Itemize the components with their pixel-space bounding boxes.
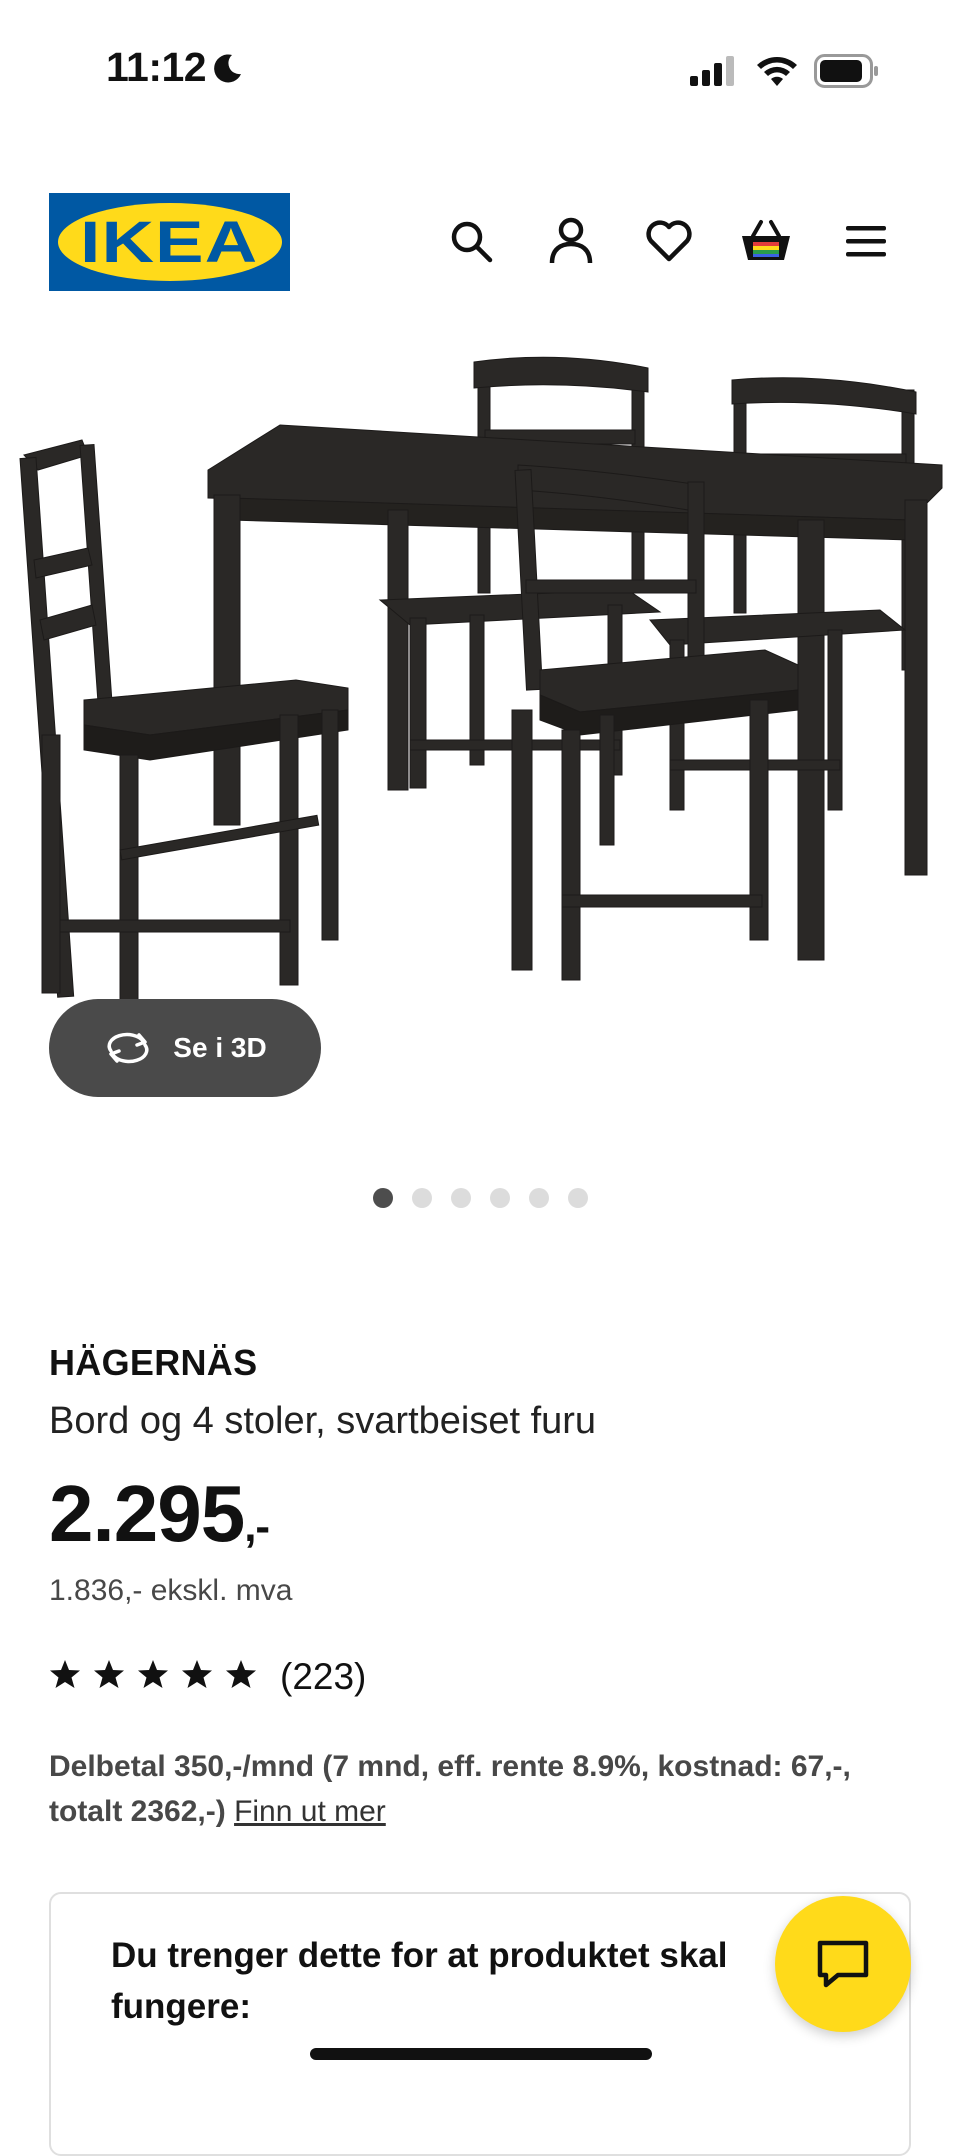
pagination-dot[interactable] (490, 1188, 510, 1208)
logo-oval: IKEA (57, 203, 282, 281)
search-icon[interactable] (443, 213, 499, 269)
product-image[interactable] (0, 340, 960, 1040)
view-3d-label: Se i 3D (173, 1032, 267, 1063)
chat-button[interactable] (775, 1896, 911, 2032)
rating-stars[interactable] (49, 1658, 257, 1690)
star-icon (138, 1660, 168, 1688)
gallery-pagination[interactable] (373, 1188, 588, 1208)
pagination-dot[interactable] (451, 1188, 471, 1208)
pagination-dot[interactable] (529, 1188, 549, 1208)
star-icon (50, 1660, 80, 1688)
status-time: 11:12 (106, 44, 207, 90)
battery-icon (814, 54, 878, 88)
financing-link[interactable]: Finn ut mer (234, 1795, 386, 1828)
financing-info: Delbetal 350,-/mnd (7 mnd, eff. rente 8.… (49, 1744, 889, 1834)
product-description: Bord og 4 stoler, svartbeiset furu (49, 1400, 597, 1442)
star-icon (94, 1660, 124, 1688)
product-name: HÄGERNÄS (49, 1342, 258, 1383)
home-indicator (310, 2048, 652, 2060)
pagination-dot-active[interactable] (373, 1188, 393, 1208)
view-3d-button[interactable]: Se i 3D (49, 999, 321, 1097)
rotate-3d-icon (107, 1032, 149, 1064)
rating-count[interactable]: (223) (280, 1656, 366, 1698)
ikea-logo[interactable]: IKEA (49, 193, 290, 291)
cellular-signal-icon (690, 56, 734, 86)
price-suffix: ,- (244, 1502, 270, 1551)
do-not-disturb-moon-icon (214, 54, 241, 83)
wifi-icon (757, 57, 797, 86)
pagination-dot[interactable] (568, 1188, 588, 1208)
chat-icon (817, 1940, 869, 1988)
star-icon (182, 1660, 212, 1688)
account-icon[interactable] (543, 213, 599, 269)
price-ex-vat: 1.836,- ekskl. mva (49, 1574, 293, 1607)
price-value: 2.295 (49, 1469, 245, 1558)
product-price: 2.295,- (49, 1468, 270, 1560)
pagination-dot[interactable] (412, 1188, 432, 1208)
logo-text: IKEA (80, 209, 259, 275)
menu-icon[interactable] (838, 213, 894, 269)
financing-text: Delbetal 350,-/mnd (7 mnd, eff. rente 8.… (49, 1750, 851, 1828)
required-items-title: Du trenger dette for at produktet skal f… (111, 1936, 728, 2026)
heart-icon[interactable] (641, 213, 697, 269)
cart-icon[interactable] (738, 213, 794, 269)
star-icon (226, 1660, 256, 1688)
